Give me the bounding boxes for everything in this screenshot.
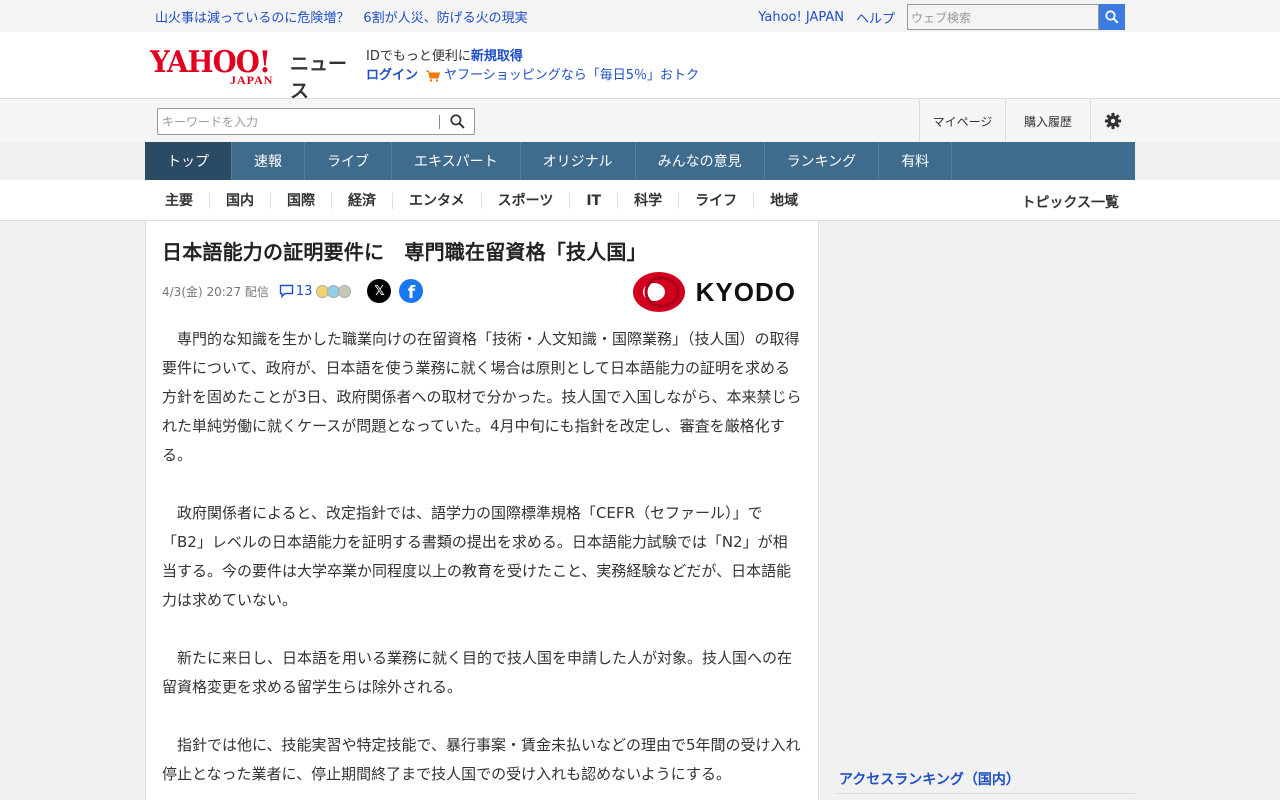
- main-nav-tab[interactable]: 有料: [879, 142, 953, 180]
- category-tab[interactable]: 主要: [145, 193, 209, 209]
- category-tab[interactable]: エンタメ: [392, 192, 481, 209]
- category-tab[interactable]: 国内: [209, 192, 270, 224]
- x-share-icon[interactable]: 𝕏: [367, 279, 392, 303]
- keyword-input[interactable]: キーワードを入力: [158, 113, 439, 130]
- main-nav: トップ 速報 ライブ エキスパート オリジナル みんなの意見 ランキング 有料: [0, 142, 1280, 180]
- id-prefix: IDでもっと便利に: [366, 49, 471, 64]
- settings-button[interactable]: [1090, 99, 1135, 143]
- article-title: 日本語能力の証明要件に 専門職在留資格「技人国」: [162, 240, 647, 264]
- signup-link[interactable]: 新規取得: [471, 49, 523, 64]
- ticker-bar: 山火事は減っているのに危険増？ 6割が人災、防げる火の現実 Yahoo! JAP…: [0, 0, 1280, 32]
- keyword-search-button[interactable]: [440, 114, 474, 129]
- article-body: 専門的な知識を生かした職業向けの在留資格「技術・人文知識・国際業務」（技人国）の…: [162, 325, 802, 789]
- category-tab[interactable]: 国際: [270, 192, 331, 209]
- main-nav-tab[interactable]: 速報: [232, 142, 305, 180]
- shopping-promo-link[interactable]: ヤフーショッピングなら「毎日5％」おトク: [444, 66, 699, 85]
- category-nav: 主要 国内 国際 経済 エンタメ スポーツ IT 科学 ライフ 地域 トピックス一覧: [0, 180, 1280, 224]
- article-meta: 4/3(金) 20:27 配信 13 𝕏 f KYODO: [162, 272, 802, 312]
- search-icon: [1105, 10, 1119, 24]
- comment-count: 13: [295, 283, 313, 299]
- category-tab[interactable]: スポーツ: [480, 192, 570, 209]
- keyword-search: キーワードを入力: [157, 108, 475, 135]
- facebook-share-icon[interactable]: f: [399, 279, 424, 303]
- yahoo-news-logo[interactable]: YAHOO! JAPAN ニュース: [150, 45, 360, 102]
- kyodo-mark-icon: [632, 272, 685, 312]
- main-nav-tab[interactable]: ランキング: [765, 142, 880, 180]
- search-icon: [449, 114, 465, 129]
- main-nav-tab[interactable]: エキスパート: [392, 142, 521, 180]
- kyodo-wordmark: KYODO: [695, 276, 796, 307]
- article-paragraph: 指針では他に、技能実習や特定技能で、暴行事案・賃金未払いなどの理由で5年間の受け…: [162, 736, 801, 783]
- logo-japan-text: JAPAN: [230, 73, 274, 87]
- logo-news-text: ニュース: [290, 53, 348, 102]
- main-nav-tab[interactable]: みんなの意見: [636, 142, 765, 180]
- main-nav-tab[interactable]: オリジナル: [521, 142, 636, 180]
- topics-list-link[interactable]: トピックス一覧: [1021, 192, 1119, 212]
- main-nav-tab[interactable]: ライブ: [305, 142, 392, 180]
- access-ranking-heading[interactable]: アクセスランキング（国内）: [839, 769, 1020, 789]
- gear-icon: [1104, 112, 1122, 130]
- publish-date: 4/3(金) 20:27 配信: [162, 284, 269, 299]
- comments-link[interactable]: 13: [279, 283, 313, 299]
- ticker-link-2[interactable]: 6割が人災、防げる火の現実: [363, 7, 527, 26]
- category-tab[interactable]: ライフ: [678, 192, 753, 209]
- id-box: IDでもっと便利に新規取得 ログイン ヤフーショッピングなら「毎日5％」おトク: [366, 47, 699, 85]
- main-nav-tab[interactable]: トップ: [145, 142, 232, 180]
- comment-icon: [279, 284, 294, 298]
- main-content: 日本語能力の証明要件に 専門職在留資格「技人国」 4/3(金) 20:27 配信…: [145, 221, 1135, 800]
- purchase-history-link[interactable]: 購入履歴: [1005, 99, 1090, 143]
- help-link[interactable]: ヘルプ: [856, 8, 895, 27]
- article-paragraph: 政府関係者によると、改定指針では、語学力の国際標準規格「CEFR（セファール）」…: [162, 504, 792, 609]
- yahoo-japan-link[interactable]: Yahoo! JAPAN: [758, 10, 844, 25]
- site-header: YAHOO! JAPAN ニュース IDでもっと便利に新規取得 ログイン ヤフー…: [0, 32, 1280, 102]
- cart-icon: [426, 70, 441, 82]
- kyodo-logo[interactable]: KYODO: [632, 271, 796, 313]
- category-tab[interactable]: 地域: [753, 192, 814, 209]
- thinking-face-icon: [338, 284, 352, 298]
- web-search-input[interactable]: ウェブ検索: [907, 4, 1099, 30]
- sidebar-divider: [835, 793, 1135, 794]
- article-paragraph: 専門的な知識を生かした職業向けの在留資格「技術・人文知識・国際業務」（技人国）の…: [162, 330, 802, 464]
- mypage-link[interactable]: マイページ: [919, 99, 1005, 143]
- login-link[interactable]: ログイン: [366, 66, 418, 85]
- article: 日本語能力の証明要件に 専門職在留資格「技人国」 4/3(金) 20:27 配信…: [145, 221, 819, 800]
- reaction-icons[interactable]: [316, 284, 352, 298]
- web-search: ウェブ検索: [907, 4, 1125, 30]
- ticker-link-1[interactable]: 山火事は減っているのに危険増？: [155, 7, 349, 26]
- article-paragraph: 新たに来日し、日本語を用いる業務に就く目的で技人国を申請した人が対象。技人国への…: [162, 649, 793, 696]
- web-search-button[interactable]: [1099, 4, 1125, 30]
- category-tab[interactable]: 経済: [331, 192, 392, 209]
- search-bar: キーワードを入力 マイページ 購入履歴: [0, 98, 1280, 143]
- category-tab[interactable]: 科学: [617, 192, 678, 209]
- category-tab[interactable]: IT: [569, 192, 617, 209]
